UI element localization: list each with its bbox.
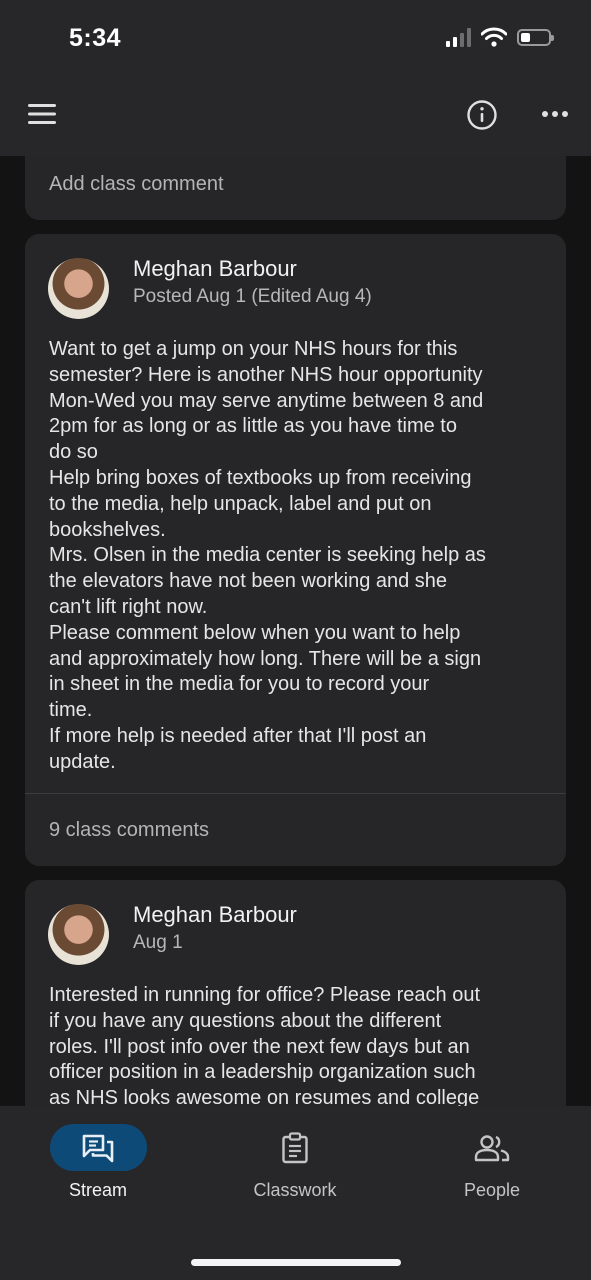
post-line: can't lift right now. [49, 595, 208, 618]
cellular-signal-icon [446, 27, 471, 47]
post-line: If more help is needed after that I'll p… [49, 724, 427, 747]
post-body: Want to get a jump on your NHS hours for… [49, 337, 549, 776]
nav-people[interactable]: People [417, 1124, 567, 1210]
avatar [48, 258, 109, 319]
post-body: Interested in running for office? Please… [49, 983, 549, 1106]
top-app-bar: 5:34 [0, 0, 591, 156]
post-date: Posted Aug 1 (Edited Aug 4) [133, 286, 372, 307]
nav-label: People [463, 1180, 521, 1200]
nav-active-indicator [49, 1124, 147, 1171]
stream-chat-icon [82, 1134, 114, 1162]
post-line: if you have any questions about the diff… [49, 1009, 442, 1032]
battery-icon [517, 28, 554, 46]
class-comments-link[interactable]: 9 class comments [49, 819, 209, 842]
post-line: 2pm for as long or as little as you have… [49, 415, 457, 438]
post-line: Mon-Wed you may serve anytime between 8 … [49, 389, 484, 412]
nav-classwork[interactable]: Classwork [220, 1124, 370, 1210]
post-line: Want to get a jump on your NHS hours for… [49, 338, 458, 360]
nav-icon-wrap [247, 1124, 344, 1171]
divider [25, 793, 566, 794]
post-line: time. [49, 699, 93, 722]
post-line: bookshelves. [49, 518, 166, 541]
post-line: the elevators have not been working and … [49, 570, 448, 593]
post-card[interactable]: Meghan Barbour Posted Aug 1 (Edited Aug … [25, 234, 566, 866]
people-icon [474, 1134, 510, 1161]
nav-stream[interactable]: Stream [23, 1124, 173, 1210]
add-class-comment-link[interactable]: Add class comment [49, 173, 224, 196]
wifi-icon [481, 27, 507, 47]
post-author: Meghan Barbour [133, 902, 297, 927]
home-indicator [191, 1259, 401, 1266]
post-line: semester? Here is another NHS hour oppor… [49, 363, 483, 386]
post-line: do so [49, 441, 98, 464]
post-date: Aug 1 [133, 932, 183, 953]
post-line: Help bring boxes of textbooks up from re… [49, 466, 472, 489]
post-line: in sheet in the media for you to record … [49, 673, 430, 696]
nav-icon-wrap [444, 1124, 541, 1171]
post-card[interactable]: Meghan Barbour Aug 1 Interested in runni… [25, 880, 566, 1106]
post-line: update. [49, 750, 116, 773]
post-author: Meghan Barbour [133, 256, 297, 281]
avatar [48, 904, 109, 965]
bottom-navigation: Stream Classwork People [0, 1106, 591, 1280]
status-time: 5:34 [69, 24, 122, 52]
info-icon [467, 100, 497, 130]
post-line: to the media, help unpack, label and put… [49, 492, 432, 515]
post-line: and approximately how long. There will b… [49, 647, 482, 670]
clipboard-icon [282, 1131, 308, 1163]
post-line: Mrs. Olsen in the media center is seekin… [49, 544, 486, 567]
post-line: Interested in running for office? Please… [49, 984, 481, 1006]
menu-button[interactable] [22, 96, 62, 132]
post-line: roles. I'll post info over the next few … [49, 1035, 470, 1058]
class-info-button[interactable] [462, 95, 502, 135]
more-options-button[interactable] [535, 96, 575, 132]
previous-post-card: Add class comment [25, 156, 566, 220]
post-line: Please comment below when you want to he… [49, 621, 461, 644]
nav-label: Classwork [253, 1180, 337, 1200]
post-line: as NHS looks awesome on resumes and coll… [49, 1087, 480, 1106]
status-icons [446, 27, 554, 47]
more-horizontal-icon [542, 111, 568, 117]
hamburger-menu-icon [28, 104, 56, 124]
nav-label: Stream [68, 1180, 128, 1200]
post-line: officer position in a leadership organiz… [49, 1061, 476, 1084]
stream-feed[interactable]: Add class comment Meghan Barbour Posted … [0, 156, 591, 1106]
